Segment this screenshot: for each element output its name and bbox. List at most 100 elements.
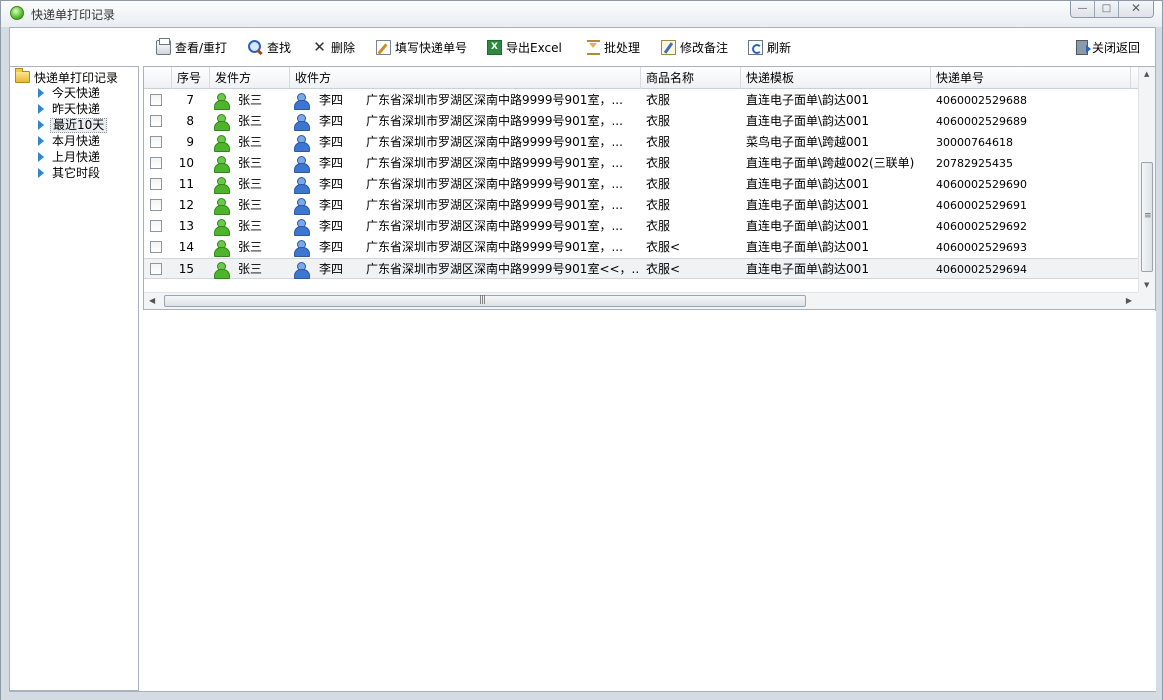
table-row[interactable]: 12 张三 李四 广东省深圳市罗湖区深南中路9999号901室，... 衣服 直连电子面单… (144, 195, 1138, 216)
table-row[interactable]: 15 张三 李四 广东省深圳市罗湖区深南中路9999号901室<<，... 衣服< 直连电… (144, 258, 1138, 279)
vertical-scrollbar[interactable]: ▲ ≡ ▼ (1138, 67, 1155, 293)
edit-form-icon (376, 39, 391, 55)
row-receiver: 李四 (319, 114, 344, 128)
tree-item-other-period[interactable]: 其它时段 (38, 165, 102, 181)
table-row[interactable]: 10 张三 李四 广东省深圳市罗湖区深南中路9999号901室，... 衣服 直连电子面单… (144, 153, 1138, 174)
records-grid: 序号 发件方 收件方 商品名称 快递模板 快递单号 7 张三 李四 广东省深圳市罗湖区… (143, 66, 1156, 310)
excel-icon: X (487, 39, 502, 55)
row-no: 7 (186, 93, 194, 107)
close-window-button[interactable]: ✕ (1119, 1, 1153, 17)
export-excel-button[interactable]: X 导出Excel (487, 38, 562, 56)
row-checkbox[interactable] (150, 115, 162, 127)
row-address: 广东省深圳市罗湖区深南中路9999号901室，... (366, 114, 623, 128)
table-row[interactable]: 8 张三 李四 广东省深圳市罗湖区深南中路9999号901室，... 衣服 直连电子面单\… (144, 111, 1138, 132)
header-no[interactable]: 序号 (172, 67, 210, 89)
view-reprint-button[interactable]: 查看/重打 (156, 37, 227, 56)
fill-tracking-button[interactable]: 填写快递单号 (376, 38, 467, 56)
horizontal-scroll-thumb[interactable]: ||| (164, 295, 806, 307)
edit-note-label: 修改备注 (680, 40, 729, 55)
refresh-button[interactable]: 刷新 (748, 38, 791, 56)
receiver-person-icon (294, 240, 310, 257)
row-goods: 衣服 (646, 114, 671, 128)
row-tracking: 4060002529692 (936, 220, 1027, 233)
row-goods: 衣服< (646, 240, 681, 254)
row-tracking: 4060002529691 (936, 199, 1027, 212)
header-tracking[interactable]: 快递单号 (931, 67, 1131, 89)
row-tracking: 4060002529694 (936, 263, 1027, 276)
table-row[interactable]: 14 张三 李四 广东省深圳市罗湖区深南中路9999号901室，... 衣服< 直连电子面… (144, 237, 1138, 258)
receiver-person-icon (294, 114, 310, 131)
row-sender: 张三 (238, 114, 263, 128)
scroll-left-icon[interactable]: ◀ (149, 296, 155, 305)
receiver-person-icon (294, 219, 310, 236)
row-checkbox[interactable] (150, 263, 162, 275)
row-template: 直连电子面单\韵达001 (746, 177, 869, 191)
tree-item-last-10-days[interactable]: 最近10天 (38, 117, 108, 133)
tree-root[interactable]: 快递单打印记录 (15, 68, 118, 85)
row-checkbox[interactable] (150, 94, 162, 106)
magnifier-icon (248, 39, 263, 55)
delete-x-icon: ✕ (313, 37, 326, 56)
table-row[interactable]: 7 张三 李四 广东省深圳市罗湖区深南中路9999号901室，... 衣服 直连电子面单\… (144, 90, 1138, 111)
row-address: 广东省深圳市罗湖区深南中路9999号901室，... (366, 177, 623, 191)
row-tracking: 4060002529693 (936, 241, 1027, 254)
edit-note-button[interactable]: 修改备注 (661, 38, 728, 56)
main-window: 快递单打印记录 — □ ✕ 查看/重打 查找 ✕ 删除 填写快递单号 X 导出E… (0, 0, 1163, 700)
batch-button[interactable]: 批处理 (587, 38, 640, 56)
vertical-scroll-thumb[interactable]: ≡ (1141, 162, 1153, 272)
scroll-right-icon[interactable]: ▶ (1126, 296, 1132, 305)
row-checkbox[interactable] (150, 136, 162, 148)
tree-item-yesterday[interactable]: 昨天快递 (38, 101, 102, 117)
row-receiver: 李四 (319, 177, 344, 191)
printer-icon (156, 37, 171, 55)
table-row[interactable]: 9 张三 李四 广东省深圳市罗湖区深南中路9999号901室，... 衣服 菜鸟电子面单\… (144, 132, 1138, 153)
delete-button[interactable]: ✕ 删除 (312, 38, 355, 56)
horizontal-scrollbar[interactable]: ◀ ||| ▶ (144, 292, 1138, 309)
receiver-person-icon (294, 262, 310, 279)
tree-item-label: 最近10天 (50, 117, 108, 133)
search-button[interactable]: 查找 (248, 38, 291, 56)
row-checkbox[interactable] (150, 241, 162, 253)
scroll-down-icon[interactable]: ▼ (1144, 281, 1149, 289)
status-bar (1, 693, 1162, 700)
row-receiver: 李四 (319, 219, 344, 233)
scroll-up-icon[interactable]: ▲ (1144, 70, 1149, 78)
row-checkbox[interactable] (150, 220, 162, 232)
empty-detail-area (143, 311, 1156, 691)
close-return-button[interactable]: 关闭返回 (1076, 38, 1140, 56)
row-goods: 衣服 (646, 198, 671, 212)
note-pen-icon (661, 39, 676, 55)
grip-icon: ≡ (1144, 211, 1151, 221)
maximize-button[interactable]: □ (1095, 1, 1119, 17)
header-template[interactable]: 快递模板 (741, 67, 931, 89)
row-receiver: 李四 (319, 156, 344, 170)
receiver-person-icon (294, 198, 310, 215)
row-checkbox[interactable] (150, 199, 162, 211)
row-template: 直连电子面单\韵达001 (746, 114, 869, 128)
grip-icon: ||| (479, 295, 486, 305)
table-row[interactable]: 13 张三 李四 广东省深圳市罗湖区深南中路9999号901室，... 衣服 直连电子面单… (144, 216, 1138, 237)
row-no: 12 (178, 198, 194, 212)
row-sender: 张三 (238, 262, 263, 276)
row-sender: 张三 (238, 198, 263, 212)
tree-item-last-month[interactable]: 上月快递 (38, 149, 102, 165)
table-row[interactable]: 11 张三 李四 广东省深圳市罗湖区深南中路9999号901室，... 衣服 直连电子面单… (144, 174, 1138, 195)
header-receiver[interactable]: 收件方 (290, 67, 641, 89)
fill-tracking-label: 填写快递单号 (395, 40, 468, 55)
row-receiver: 李四 (319, 262, 344, 276)
exit-door-icon (1076, 39, 1091, 55)
minimize-button[interactable]: — (1071, 1, 1095, 17)
row-tracking: 4060002529690 (936, 178, 1027, 191)
row-checkbox[interactable] (150, 157, 162, 169)
header-goods[interactable]: 商品名称 (641, 67, 741, 89)
refresh-icon (748, 39, 763, 55)
row-template: 直连电子面单\韵达001 (746, 198, 869, 212)
tree-item-label: 其它时段 (52, 165, 101, 180)
tree-item-this-month[interactable]: 本月快递 (38, 133, 102, 149)
row-sender: 张三 (238, 177, 263, 191)
sender-person-icon (214, 198, 230, 215)
header-sender[interactable]: 发件方 (210, 67, 290, 89)
row-checkbox[interactable] (150, 178, 162, 190)
tree-item-today[interactable]: 今天快递 (38, 85, 102, 101)
row-goods: 衣服 (646, 177, 671, 191)
